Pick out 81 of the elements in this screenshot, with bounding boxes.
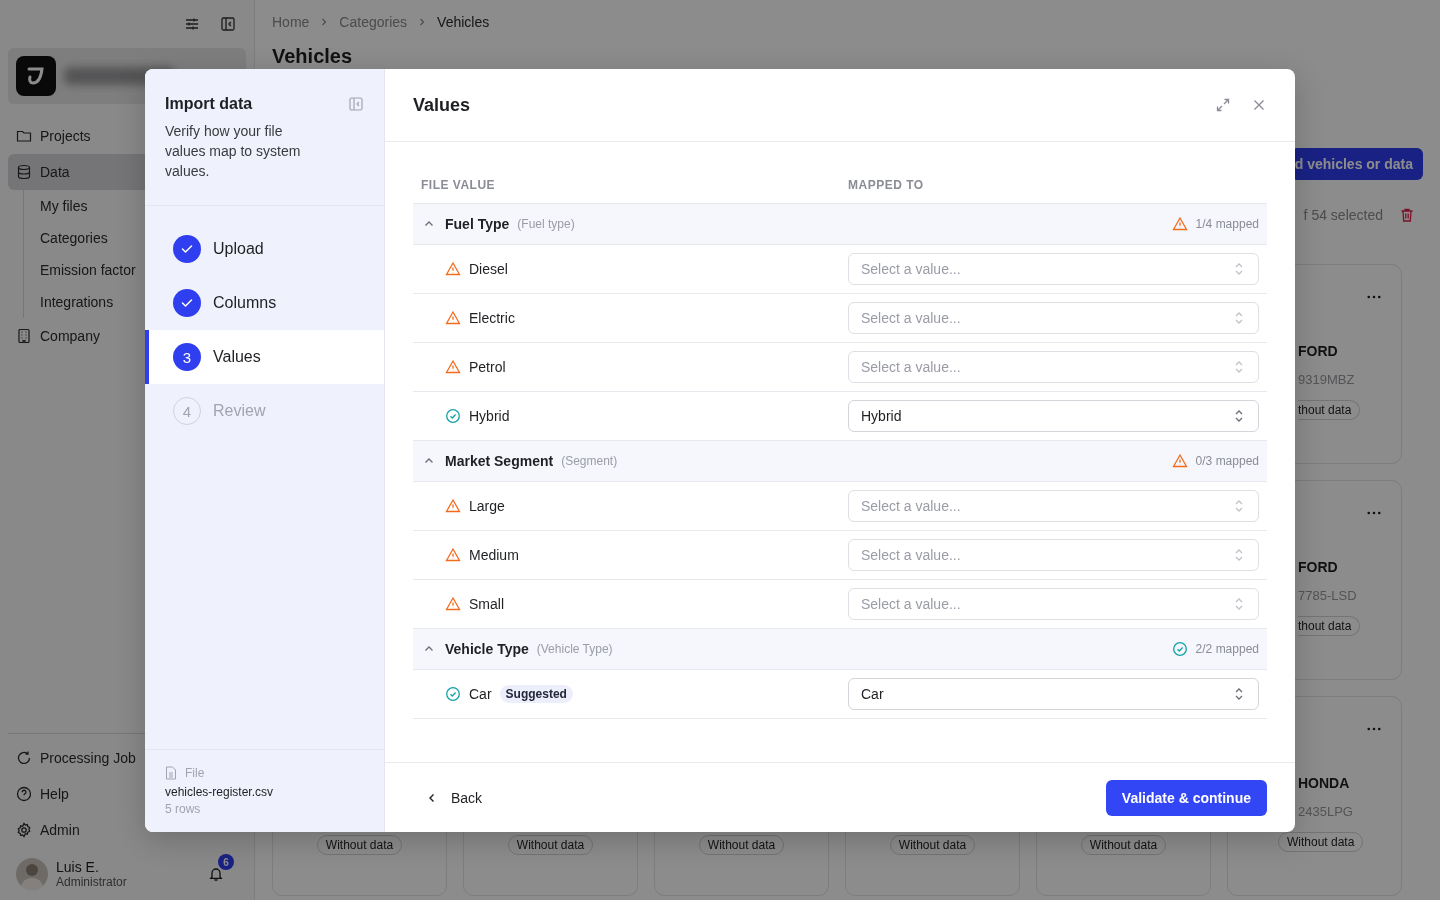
wizard-step[interactable]: 3 Values <box>145 330 384 384</box>
group-source: (Vehicle Type) <box>536 642 613 656</box>
step-number: 3 <box>173 343 201 371</box>
group-name: Vehicle Type <box>445 641 529 657</box>
breadcrumb-link[interactable]: Home <box>272 14 310 30</box>
breadcrumb-link[interactable]: Categories <box>339 14 408 30</box>
vehicle-plate: 9319MBZ <box>1298 372 1355 387</box>
more-icon[interactable] <box>1367 727 1381 731</box>
group-name: Market Segment <box>445 453 554 469</box>
group-name: Fuel Type <box>445 216 510 232</box>
file-value: Electric <box>469 310 515 326</box>
value-select[interactable]: Car <box>848 678 1259 710</box>
help-icon <box>16 786 32 802</box>
updown-icon <box>1234 262 1244 276</box>
dialog-title: Import data <box>165 95 253 113</box>
selection-count: f 54 selected <box>1303 207 1383 223</box>
file-value: Car <box>469 686 492 702</box>
column-header: MAPPED TO <box>848 177 924 192</box>
breadcrumb-link[interactable]: Vehicles <box>437 14 490 30</box>
value-select[interactable]: Hybrid <box>848 400 1259 432</box>
file-icon <box>165 766 177 780</box>
sliders-icon[interactable] <box>184 16 200 32</box>
logo-icon <box>16 56 56 96</box>
value-select[interactable]: Select a value... <box>848 539 1259 571</box>
page-title: Vehicles <box>272 44 354 68</box>
vehicle-make: HONDA <box>1298 775 1350 791</box>
column-header: FILE VALUE <box>420 177 497 192</box>
file-value: Medium <box>469 547 519 563</box>
more-icon[interactable] <box>1367 295 1381 299</box>
more-icon[interactable] <box>1367 511 1381 515</box>
updown-icon <box>1234 548 1244 562</box>
group-header[interactable]: Market Segment (Segment) 0/3 mapped <box>413 441 1267 482</box>
user-role: Administrator <box>56 875 128 889</box>
folder-icon <box>16 128 32 144</box>
panel-title: Values <box>413 94 472 116</box>
value-select[interactable]: Select a value... <box>848 490 1259 522</box>
back-button[interactable]: Back <box>413 783 497 812</box>
notification-count: 6 <box>218 854 234 870</box>
updown-icon <box>1234 597 1244 611</box>
group-source: (Fuel type) <box>517 217 575 231</box>
file-value: Large <box>469 498 505 514</box>
trash-icon[interactable] <box>1399 207 1415 223</box>
value-select[interactable]: Select a value... <box>848 302 1259 334</box>
chevron-left-icon <box>427 792 437 803</box>
file-value: Diesel <box>469 261 508 277</box>
user-name: Luis E. <box>56 859 100 875</box>
vehicle-plate: 7785-LSD <box>1298 588 1357 603</box>
vehicle-plate: 2435LPG <box>1298 804 1353 819</box>
updown-icon <box>1234 360 1244 374</box>
settings-icon <box>16 822 32 838</box>
wizard-step[interactable]: Columns <box>145 276 384 330</box>
group-header[interactable]: Fuel Type (Fuel type) 1/4 mapped <box>413 204 1267 245</box>
updown-icon <box>1234 409 1244 423</box>
check-circle-icon <box>173 235 201 263</box>
vehicle-make: FORD <box>1298 343 1338 359</box>
file-value: Hybrid <box>469 408 510 424</box>
updown-icon <box>1234 687 1244 701</box>
bell-icon[interactable] <box>208 866 224 882</box>
file-name: vehicles-register.csv <box>165 785 275 799</box>
file-value: Small <box>469 596 504 612</box>
mapping-summary: 1/4 mapped <box>1195 217 1259 231</box>
group-source: (Segment) <box>561 454 618 468</box>
value-select[interactable]: Select a value... <box>848 351 1259 383</box>
refresh-icon <box>16 750 32 766</box>
group-header[interactable]: Vehicle Type (Vehicle Type) 2/2 mapped <box>413 629 1267 670</box>
expand-icon[interactable] <box>1215 97 1231 113</box>
wizard-step[interactable]: Upload <box>145 222 384 276</box>
file-label: File <box>185 766 205 780</box>
updown-icon <box>1234 499 1244 513</box>
validate-button[interactable]: Validate & continue <box>1105 779 1267 816</box>
value-select[interactable]: Select a value... <box>848 588 1259 620</box>
value-select[interactable]: Select a value... <box>848 253 1259 285</box>
database-icon <box>16 164 32 180</box>
building-icon <box>16 328 32 344</box>
suggested-tag: Suggested <box>499 685 573 703</box>
vehicle-make: FORD <box>1298 559 1338 575</box>
avatar[interactable] <box>16 858 48 890</box>
check-circle-icon <box>173 289 201 317</box>
updown-icon <box>1234 311 1244 325</box>
sidebar-collapse-icon[interactable] <box>220 16 236 32</box>
file-value: Petrol <box>469 359 506 375</box>
